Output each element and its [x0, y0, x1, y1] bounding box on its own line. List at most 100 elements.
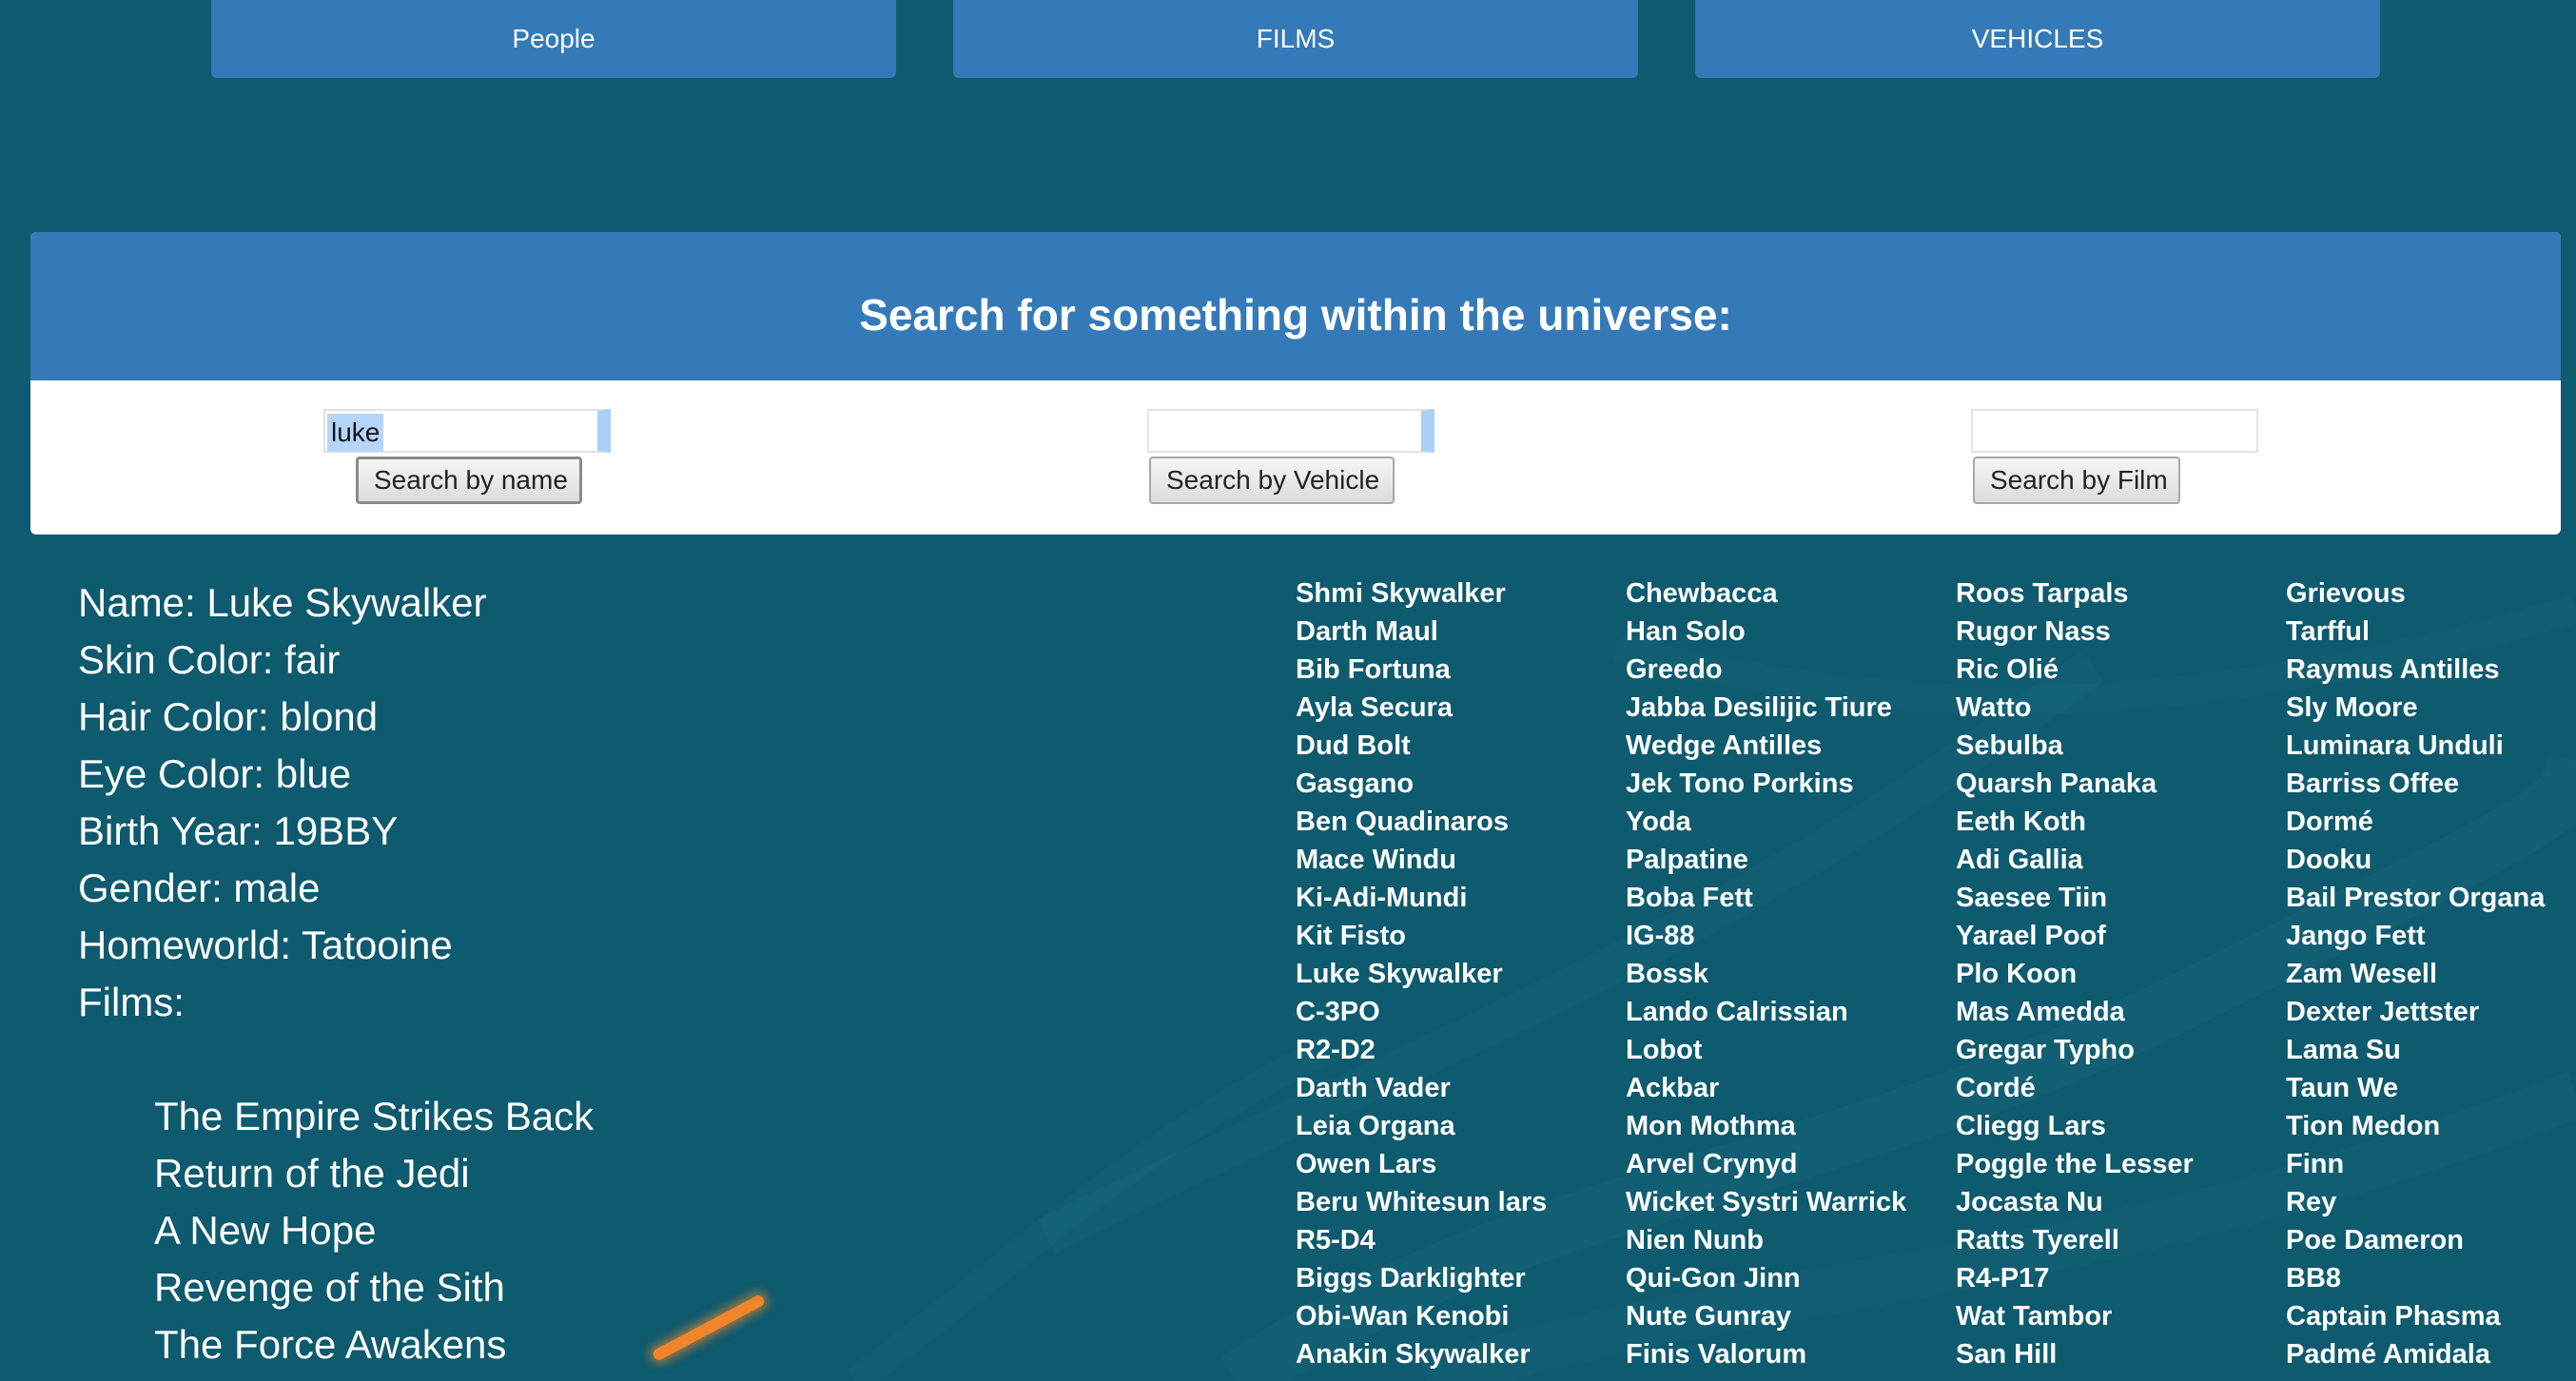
person-link[interactable]: Yarael Poof	[1956, 917, 2286, 955]
person-link[interactable]: Ki-Adi-Mundi	[1296, 879, 1626, 917]
nav-films-button[interactable]: FILMS	[953, 0, 1638, 78]
person-link[interactable]: Captain Phasma	[2286, 1297, 2576, 1335]
person-link[interactable]: Dooku	[2286, 841, 2576, 879]
person-link[interactable]: Han Solo	[1626, 613, 1956, 651]
person-link[interactable]: Nien Nunb	[1626, 1221, 1956, 1259]
person-link[interactable]: Taun We	[2286, 1069, 2576, 1107]
person-link[interactable]: IG-88	[1626, 917, 1956, 955]
person-link[interactable]: Finn	[2286, 1145, 2576, 1183]
person-link[interactable]: Wedge Antilles	[1626, 727, 1956, 765]
person-link[interactable]: Poggle the Lesser	[1956, 1145, 2286, 1183]
detail-gender: Gender: male	[78, 866, 321, 910]
person-link[interactable]: Dexter Jettster	[2286, 993, 2576, 1031]
person-link[interactable]: Cordé	[1956, 1069, 2286, 1107]
person-link[interactable]: Ric Olié	[1956, 651, 2286, 689]
person-link[interactable]: Zam Wesell	[2286, 955, 2576, 993]
person-link[interactable]: Sly Moore	[2286, 689, 2576, 727]
person-link[interactable]: Arvel Crynyd	[1626, 1145, 1956, 1183]
person-link[interactable]: Lando Calrissian	[1626, 993, 1956, 1031]
person-link[interactable]: Mas Amedda	[1956, 993, 2286, 1031]
search-by-film-button[interactable]: Search by Film	[1973, 457, 2180, 504]
person-link[interactable]: San Hill	[1956, 1335, 2286, 1373]
person-link[interactable]: Bib Fortuna	[1296, 651, 1626, 689]
person-link[interactable]: Wicket Systri Warrick	[1626, 1183, 1956, 1221]
person-link[interactable]: Tion Medon	[2286, 1107, 2576, 1145]
film-item: Revenge of the Sith	[154, 1265, 505, 1310]
person-link[interactable]: Finis Valorum	[1626, 1335, 1956, 1373]
person-link[interactable]: Quarsh Panaka	[1956, 765, 2286, 803]
person-link[interactable]: Yoda	[1626, 803, 1956, 841]
person-link[interactable]: Palpatine	[1626, 841, 1956, 879]
search-by-vehicle-button[interactable]: Search by Vehicle	[1149, 457, 1395, 504]
person-link[interactable]: R4-P17	[1956, 1259, 2286, 1297]
person-link[interactable]: Leia Organa	[1296, 1107, 1626, 1145]
person-link[interactable]: Qui-Gon Jinn	[1626, 1259, 1956, 1297]
person-link[interactable]: R5-D4	[1296, 1221, 1626, 1259]
search-by-name-group: luke Search by name	[323, 409, 704, 514]
person-link[interactable]: Lama Su	[2286, 1031, 2576, 1069]
person-link[interactable]: Jabba Desilijic Tiure	[1626, 689, 1956, 727]
film-search-input[interactable]	[1971, 409, 2258, 453]
detail-eye-color: Eye Color: blue	[78, 751, 352, 796]
person-link[interactable]: Bail Prestor Organa	[2286, 879, 2576, 917]
person-link[interactable]: Saesee Tiin	[1956, 879, 2286, 917]
person-link[interactable]: Chewbacca	[1626, 574, 1956, 613]
person-link[interactable]: Gasgano	[1296, 765, 1626, 803]
person-link[interactable]: Cliegg Lars	[1956, 1107, 2286, 1145]
person-link[interactable]: Eeth Koth	[1956, 803, 2286, 841]
person-link[interactable]: Padmé Amidala	[2286, 1335, 2576, 1373]
person-link[interactable]: Jocasta Nu	[1956, 1183, 2286, 1221]
person-link[interactable]: Rugor Nass	[1956, 613, 2286, 651]
person-link[interactable]: Obi-Wan Kenobi	[1296, 1297, 1626, 1335]
person-link[interactable]: Bossk	[1626, 955, 1956, 993]
person-link[interactable]: Grievous	[2286, 574, 2576, 613]
nav-vehicles-button[interactable]: VEHICLES	[1695, 0, 2380, 78]
person-link[interactable]: Gregar Typho	[1956, 1031, 2286, 1069]
nav-people-button[interactable]: People	[211, 0, 896, 78]
film-item: The Force Awakens	[154, 1322, 507, 1367]
name-search-input[interactable]: luke	[323, 409, 611, 453]
search-by-name-button[interactable]: Search by name	[356, 457, 582, 504]
person-link[interactable]: Nute Gunray	[1626, 1297, 1956, 1335]
person-link[interactable]: Shmi Skywalker	[1296, 574, 1626, 613]
person-link[interactable]: Tarfful	[2286, 613, 2576, 651]
person-link[interactable]: Jek Tono Porkins	[1626, 765, 1956, 803]
person-link[interactable]: Darth Vader	[1296, 1069, 1626, 1107]
detail-skin-color: Skin Color: fair	[78, 637, 341, 682]
person-link[interactable]: BB8	[2286, 1259, 2576, 1297]
person-link[interactable]: Darth Maul	[1296, 613, 1626, 651]
person-link[interactable]: Ackbar	[1626, 1069, 1956, 1107]
person-link[interactable]: Watto	[1956, 689, 2286, 727]
person-link[interactable]: Boba Fett	[1626, 879, 1956, 917]
person-link[interactable]: Adi Gallia	[1956, 841, 2286, 879]
person-link[interactable]: Roos Tarpals	[1956, 574, 2286, 613]
person-link[interactable]: Luminara Unduli	[2286, 727, 2576, 765]
vehicle-search-input[interactable]	[1147, 409, 1434, 453]
person-link[interactable]: Beru Whitesun lars	[1296, 1183, 1626, 1221]
person-link[interactable]: Biggs Darklighter	[1296, 1259, 1626, 1297]
person-link[interactable]: Lobot	[1626, 1031, 1956, 1069]
person-link[interactable]: Poe Dameron	[2286, 1221, 2576, 1259]
person-link[interactable]: Plo Koon	[1956, 955, 2286, 993]
person-link[interactable]: Ben Quadinaros	[1296, 803, 1626, 841]
person-link[interactable]: Sebulba	[1956, 727, 2286, 765]
person-link[interactable]: Ayla Secura	[1296, 689, 1626, 727]
person-link[interactable]: Ratts Tyerell	[1956, 1221, 2286, 1259]
person-link[interactable]: Greedo	[1626, 651, 1956, 689]
detail-films-label: Films:	[78, 980, 185, 1024]
person-link[interactable]: Mace Windu	[1296, 841, 1626, 879]
person-link[interactable]: R2-D2	[1296, 1031, 1626, 1069]
person-link[interactable]: Wat Tambor	[1956, 1297, 2286, 1335]
person-link[interactable]: Jango Fett	[2286, 917, 2576, 955]
person-link[interactable]: Barriss Offee	[2286, 765, 2576, 803]
person-link[interactable]: Dud Bolt	[1296, 727, 1626, 765]
person-link[interactable]: Anakin Skywalker	[1296, 1335, 1626, 1373]
person-link[interactable]: Owen Lars	[1296, 1145, 1626, 1183]
person-link[interactable]: Luke Skywalker	[1296, 955, 1626, 993]
person-link[interactable]: Raymus Antilles	[2286, 651, 2576, 689]
person-link[interactable]: Rey	[2286, 1183, 2576, 1221]
person-link[interactable]: Dormé	[2286, 803, 2576, 841]
person-link[interactable]: Kit Fisto	[1296, 917, 1626, 955]
person-link[interactable]: C-3PO	[1296, 993, 1626, 1031]
person-link[interactable]: Mon Mothma	[1626, 1107, 1956, 1145]
